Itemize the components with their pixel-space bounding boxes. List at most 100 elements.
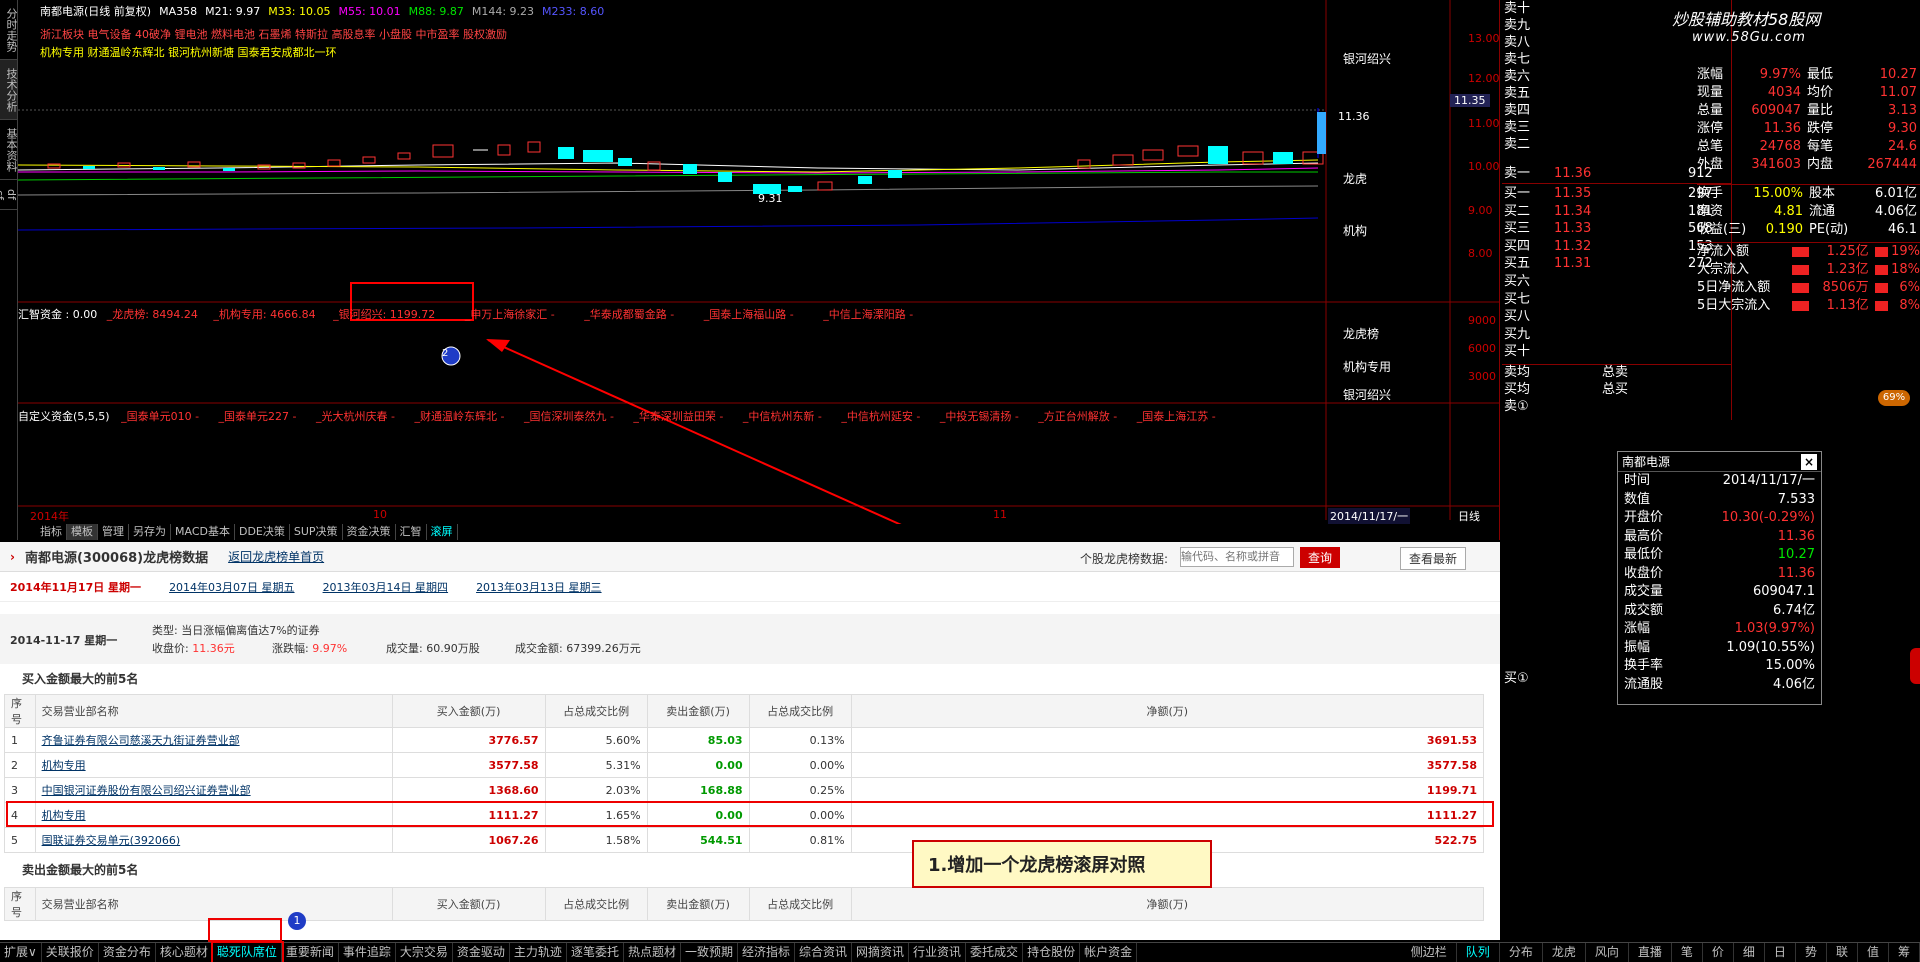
info-date: 2014-11-17 星期一	[10, 634, 118, 647]
daily-label[interactable]: 日线	[1458, 508, 1480, 524]
table-cell: 3776.57	[391, 727, 546, 753]
status-tab[interactable]: 事件追踪	[339, 943, 396, 962]
stat-cell: 4034	[1767, 85, 1801, 100]
stat-cell: 4.06亿	[1875, 204, 1917, 219]
stat-cell: 量比	[1807, 103, 1834, 118]
popup-value: 609047.1	[1752, 584, 1815, 599]
status-tab[interactable]: 网摘资讯	[852, 943, 910, 962]
status-tab[interactable]: 资金分布	[99, 943, 156, 962]
broker-link[interactable]: 机构专用	[34, 752, 393, 778]
tab-timeshare[interactable]: 分时走势	[0, 0, 18, 60]
tab-template[interactable]: 模板	[67, 524, 98, 540]
broker-link[interactable]: 国联证券交易单元(392066)	[34, 827, 393, 853]
popup-label: 时间	[1624, 473, 1651, 488]
status-tab[interactable]: 一致预期	[681, 943, 738, 962]
status-tab[interactable]: 持仓股份	[1023, 943, 1081, 962]
tab-scroll[interactable]: 滚屏	[427, 524, 458, 540]
stat-cell: 341603	[1751, 157, 1801, 172]
table-header: 序号	[4, 694, 36, 728]
label-yinhe: 银河绍兴	[1343, 52, 1392, 66]
tab-indicator[interactable]: 指标	[36, 524, 67, 540]
vol-label: 成交量: 60.90万股	[386, 642, 480, 655]
tab-fundamental[interactable]: 基本资料	[0, 120, 18, 180]
buy-title: 买入金额最大的前5名	[22, 672, 139, 686]
status-right-tab[interactable]: 分布	[1500, 943, 1543, 962]
status-tab[interactable]: 逐笔委托	[567, 943, 624, 962]
status-tab[interactable]: 帐户资金	[1080, 943, 1138, 962]
status-right-tab[interactable]: 联	[1827, 943, 1858, 962]
table-cell: 5.31%	[544, 752, 648, 778]
concept-line-2: 机构专用 财通温岭东辉北 银河杭州新塘 国泰君安成都北一环	[40, 46, 337, 59]
sell-avg: 卖均	[1504, 365, 1531, 380]
buy-level: 买十	[1504, 344, 1531, 360]
table-header: 占总成交比例	[544, 694, 648, 728]
buy-price: 11.34	[1554, 203, 1592, 219]
status-tab[interactable]: 主力轨迹	[510, 943, 567, 962]
status-tab[interactable]: 综合资讯	[795, 943, 853, 962]
date-tab[interactable]: 2013年03月14日 星期四	[323, 579, 449, 595]
stat-cell: 外盘	[1697, 157, 1724, 172]
progress-badge[interactable]: 69%	[1878, 390, 1910, 406]
popup-label: 收盘价	[1624, 565, 1664, 581]
date-tab[interactable]: 2014年03月07日 星期五	[169, 579, 295, 595]
close-icon[interactable]: ×	[1801, 454, 1817, 470]
table-header: 占总成交比例	[544, 887, 648, 921]
search-button[interactable]: 查询	[1300, 547, 1341, 568]
tab-saveas[interactable]: 另存为	[129, 524, 171, 540]
stat-row: 换手 15.00% 股本 6.01亿	[1697, 185, 1920, 203]
buy-level: 买九	[1504, 326, 1531, 342]
status-right-tab[interactable]: 队列	[1457, 943, 1500, 962]
status-right-tab[interactable]: 风向	[1586, 943, 1629, 962]
status-right-tab[interactable]: 价	[1703, 943, 1734, 962]
popup-label: 成交额	[1624, 602, 1664, 618]
tab-macd[interactable]: MACD基本	[171, 524, 235, 540]
status-right-tab[interactable]: 直播	[1629, 943, 1672, 962]
tab-manage[interactable]: 管理	[98, 524, 129, 540]
status-tab[interactable]: 委托成交	[966, 943, 1024, 962]
status-right-tab[interactable]: 侧边栏	[1402, 943, 1457, 962]
date-tab[interactable]: 2013年03月13日 星期三	[476, 579, 602, 595]
status-tab[interactable]: 扩展∨	[0, 943, 42, 962]
status-right-tab[interactable]: 筹	[1889, 943, 1920, 962]
back-link[interactable]: 返回龙虎榜单首页	[228, 548, 324, 565]
tab-sup[interactable]: SUP决策	[290, 524, 343, 540]
popup-value: 1.09(10.55%)	[1726, 639, 1815, 655]
status-tab[interactable]: 经济指标	[738, 943, 795, 962]
tab-dde[interactable]: DDE决策	[235, 524, 290, 540]
status-right-tab[interactable]: 细	[1734, 943, 1765, 962]
status-tab[interactable]: 大宗交易	[396, 943, 453, 962]
side-handle[interactable]	[1910, 648, 1920, 684]
flow-bar	[1874, 283, 1889, 293]
date-tab-active[interactable]: 2014年11月17日 星期一	[10, 579, 141, 595]
tab-fund[interactable]: 资金决策	[343, 524, 396, 540]
popup-value: 4.06亿	[1773, 676, 1815, 692]
status-tab[interactable]: 聪死队席位	[210, 941, 284, 962]
tab-dfcf[interactable]: df cf	[0, 180, 18, 210]
status-tab[interactable]: 资金驱动	[453, 943, 510, 962]
sell-title: 卖出金额最大的前5名	[22, 863, 139, 877]
label-yinhe-sx: 银河绍兴	[1343, 388, 1392, 402]
sell-level: 卖四	[1504, 103, 1531, 118]
status-right-tab[interactable]: 笔	[1672, 943, 1703, 962]
status-tab[interactable]: 关联报价	[42, 943, 99, 962]
broker-link[interactable]: 齐鲁证券有限公司慈溪天九街证券营业部	[34, 727, 393, 753]
tab-huizhi[interactable]: 汇智	[396, 524, 427, 540]
flow-pct: 8%	[1899, 298, 1920, 313]
status-tab[interactable]: 热点题材	[624, 943, 681, 962]
status-right-tab[interactable]: 值	[1858, 943, 1889, 962]
tab-technical[interactable]: 技术分析	[0, 60, 18, 120]
status-tab[interactable]: 行业资讯	[909, 943, 967, 962]
latest-button[interactable]: 查看最新	[1400, 547, 1467, 570]
status-tab[interactable]: 核心题材	[156, 943, 213, 962]
popup-value: 1.03(9.97%)	[1734, 621, 1815, 636]
chevron-right-icon: ›	[10, 549, 15, 564]
popup-row: 涨幅 1.03(9.97%)	[1618, 620, 1821, 639]
status-right-tab[interactable]: 势	[1796, 943, 1827, 962]
table-cell: 1	[4, 727, 36, 753]
status-right-tab[interactable]: 龙虎	[1543, 943, 1586, 962]
status-tab[interactable]: 重要新闻	[282, 943, 339, 962]
search-input[interactable]	[1180, 547, 1294, 567]
broker-link[interactable]: 中国银河证券股份有限公司绍兴证券营业部	[34, 777, 393, 803]
status-right-tab[interactable]: 日	[1765, 943, 1796, 962]
amt-label: 成交金额: 67399.26万元	[515, 642, 641, 655]
